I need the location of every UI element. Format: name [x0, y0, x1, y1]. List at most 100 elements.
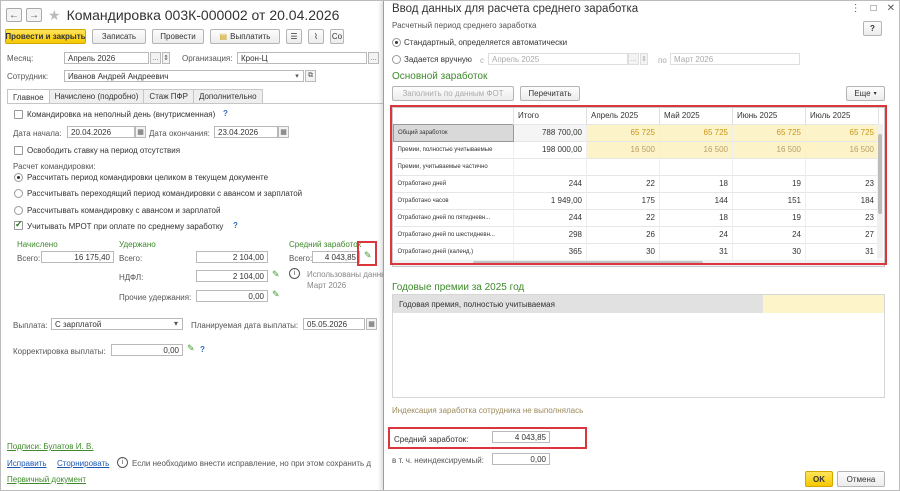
from-select-icon[interactable]: … — [628, 53, 639, 65]
free-rate-checkbox[interactable] — [14, 146, 23, 155]
help-button[interactable]: ? — [863, 21, 882, 36]
payout-dropdown-icon[interactable]: ▾ — [174, 319, 178, 328]
plan-date-calendar-icon[interactable]: ▦ — [366, 318, 377, 330]
organization-select-icon[interactable]: … — [368, 52, 379, 64]
month-cell[interactable] — [586, 157, 660, 175]
end-date-field[interactable]: 23.04.2026 — [214, 126, 278, 138]
month-cell[interactable]: 18 — [659, 208, 733, 226]
table-row[interactable]: Премии, полностью учитываемые 198 000,00… — [393, 140, 879, 158]
start-calendar-icon[interactable]: ▦ — [135, 126, 146, 138]
month-cell[interactable]: 65 725 — [586, 123, 660, 141]
month-cell[interactable]: 18 — [659, 174, 733, 192]
employee-field[interactable]: Иванов Андрей Андреевич — [64, 70, 304, 82]
month-cell[interactable]: 16 500 — [659, 140, 733, 158]
month-cell[interactable]: 31 — [659, 242, 733, 260]
tab-accrued-detailed[interactable]: Начислено (подробно) — [48, 89, 145, 103]
part-day-help-icon[interactable]: ? — [223, 109, 228, 118]
cancel-button[interactable]: Отмена — [837, 471, 885, 487]
from-stepper-icon[interactable]: ⇕ — [640, 53, 648, 65]
tab-pension-seniority[interactable]: Стаж ПФР — [143, 89, 194, 103]
payout-select[interactable]: С зарплатой — [51, 318, 183, 330]
table-row[interactable]: Отработано дней (календ.) 365 30 31 30 3… — [393, 242, 879, 260]
mrot-help-icon[interactable]: ? — [233, 221, 238, 230]
calc-option-whole-radio[interactable] — [14, 173, 23, 182]
grid-vertical-scrollbar[interactable] — [877, 124, 883, 258]
part-day-checkbox[interactable] — [14, 110, 23, 119]
column-header[interactable]: Июль 2025 — [805, 108, 879, 124]
table-row[interactable]: Отработано дней по шестидневн... 298 26 … — [393, 225, 879, 243]
forward-icon[interactable]: → — [26, 8, 42, 22]
back-icon[interactable]: ← — [6, 8, 22, 22]
organization-field[interactable]: Крон-Ц — [237, 52, 367, 64]
table-row[interactable]: Отработано дней по пятидневн... 244 22 1… — [393, 208, 879, 226]
from-field[interactable]: Апрель 2025 — [488, 53, 628, 65]
month-cell[interactable]: 16 500 — [586, 140, 660, 158]
tab-additional[interactable]: Дополнительно — [192, 89, 263, 103]
average-earnings-value[interactable]: 4 043,85 — [492, 431, 550, 443]
menu-icon[interactable]: ⋮ — [851, 3, 861, 14]
month-cell[interactable]: 151 — [732, 191, 806, 209]
edit-ndfl-pencil-icon[interactable]: ✎ — [272, 269, 280, 280]
end-calendar-icon[interactable]: ▦ — [278, 126, 289, 138]
month-cell[interactable]: 23 — [805, 174, 879, 192]
edit-average-pencil-icon[interactable]: ✎ — [364, 250, 372, 261]
month-cell[interactable]: 65 725 — [805, 123, 879, 141]
month-cell[interactable]: 22 — [586, 174, 660, 192]
month-cell[interactable]: 23 — [805, 208, 879, 226]
table-row[interactable]: Премии, учитываемые частично — [393, 157, 879, 175]
month-cell[interactable]: 19 — [732, 208, 806, 226]
column-header[interactable]: Итого — [513, 108, 587, 124]
signatures-link[interactable]: Подписи: Булатов И. В. — [7, 442, 94, 451]
period-standard-radio[interactable] — [392, 38, 401, 47]
column-header[interactable]: Май 2025 — [659, 108, 733, 124]
edit-adjustment-pencil-icon[interactable]: ✎ — [187, 343, 195, 354]
month-cell[interactable]: 16 500 — [805, 140, 879, 158]
other-withholdings-field[interactable]: 0,00 — [196, 290, 268, 302]
month-cell[interactable] — [659, 157, 733, 175]
month-cell[interactable]: 26 — [586, 225, 660, 243]
refill-button[interactable]: Перечитать — [520, 86, 580, 101]
month-cell[interactable]: 19 — [732, 174, 806, 192]
ndfl-field[interactable]: 2 104,00 — [196, 270, 268, 282]
report-icon[interactable]: ☰ — [286, 29, 302, 44]
storno-link[interactable]: Сторнировать — [57, 459, 109, 468]
fix-link[interactable]: Исправить — [7, 459, 47, 468]
month-cell[interactable]: 24 — [732, 225, 806, 243]
nonindexed-value[interactable]: 0,00 — [492, 453, 550, 465]
minimize-icon[interactable]: □ — [871, 3, 877, 14]
month-cell[interactable]: 24 — [659, 225, 733, 243]
favorite-star-icon[interactable]: ★ — [48, 7, 61, 24]
column-header[interactable]: Апрель 2025 — [586, 108, 660, 124]
tab-main[interactable]: Главное — [7, 89, 50, 104]
ok-button[interactable]: OK — [805, 471, 833, 487]
employee-dropdown-icon[interactable]: ▾ — [292, 71, 302, 81]
post-and-close-button[interactable]: Провести и закрыть — [5, 29, 86, 44]
more-button[interactable]: Co — [330, 29, 344, 44]
to-field[interactable]: Март 2026 — [670, 53, 800, 65]
table-row[interactable]: Отработано часов 1 949,00 175 144 151 18… — [393, 191, 879, 209]
month-cell[interactable]: 31 — [805, 242, 879, 260]
calc-option-transit-radio[interactable] — [14, 189, 23, 198]
period-manual-radio[interactable] — [392, 55, 401, 64]
start-date-field[interactable]: 20.04.2026 — [67, 126, 135, 138]
adjustment-help-icon[interactable]: ? — [200, 345, 205, 354]
month-cell[interactable]: 175 — [586, 191, 660, 209]
close-icon[interactable]: ✕ — [887, 3, 895, 14]
month-stepper-icon[interactable]: ⇕ — [162, 52, 170, 64]
month-cell[interactable]: 144 — [659, 191, 733, 209]
month-cell[interactable] — [732, 157, 806, 175]
grid-horizontal-scrollbar[interactable] — [393, 260, 884, 266]
month-cell[interactable]: 30 — [586, 242, 660, 260]
month-cell[interactable]: 65 725 — [732, 123, 806, 141]
accrued-total-field[interactable]: 16 175,40 — [41, 251, 114, 263]
month-cell[interactable]: 22 — [586, 208, 660, 226]
month-cell[interactable]: 16 500 — [732, 140, 806, 158]
edit-other-pencil-icon[interactable]: ✎ — [272, 289, 280, 300]
withheld-total-field[interactable]: 2 104,00 — [196, 251, 268, 263]
month-cell[interactable] — [805, 157, 879, 175]
bonus-row[interactable]: Годовая премия, полностью учитываемая — [393, 295, 884, 313]
column-header[interactable]: Июнь 2025 — [732, 108, 806, 124]
month-cell[interactable]: 30 — [732, 242, 806, 260]
month-field[interactable]: Апрель 2026 — [64, 52, 149, 64]
month-cell[interactable]: 65 725 — [659, 123, 733, 141]
